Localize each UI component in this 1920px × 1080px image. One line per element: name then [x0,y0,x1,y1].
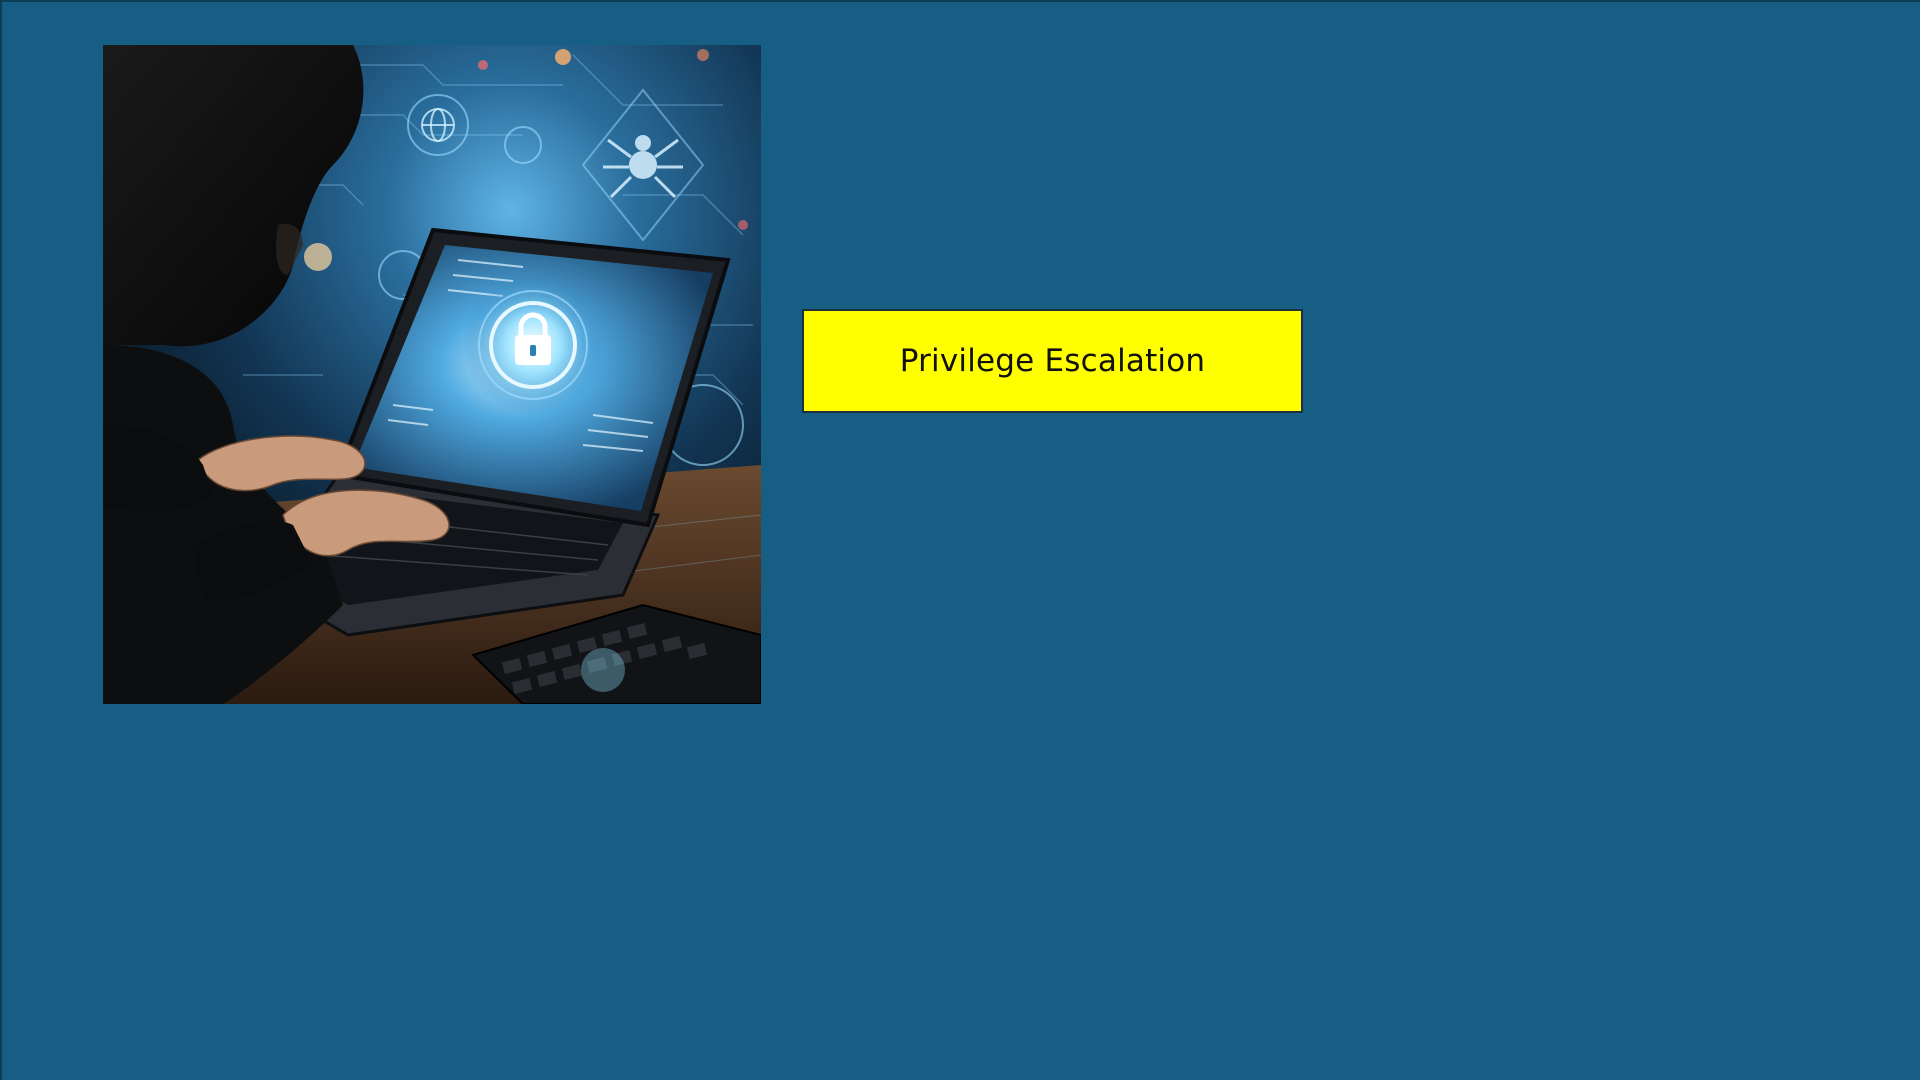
title-label: Privilege Escalation [899,343,1206,379]
slide: Privilege Escalation [0,0,1920,1080]
title-label-box: Privilege Escalation [802,309,1303,413]
hacker-laptop-image [103,45,761,704]
